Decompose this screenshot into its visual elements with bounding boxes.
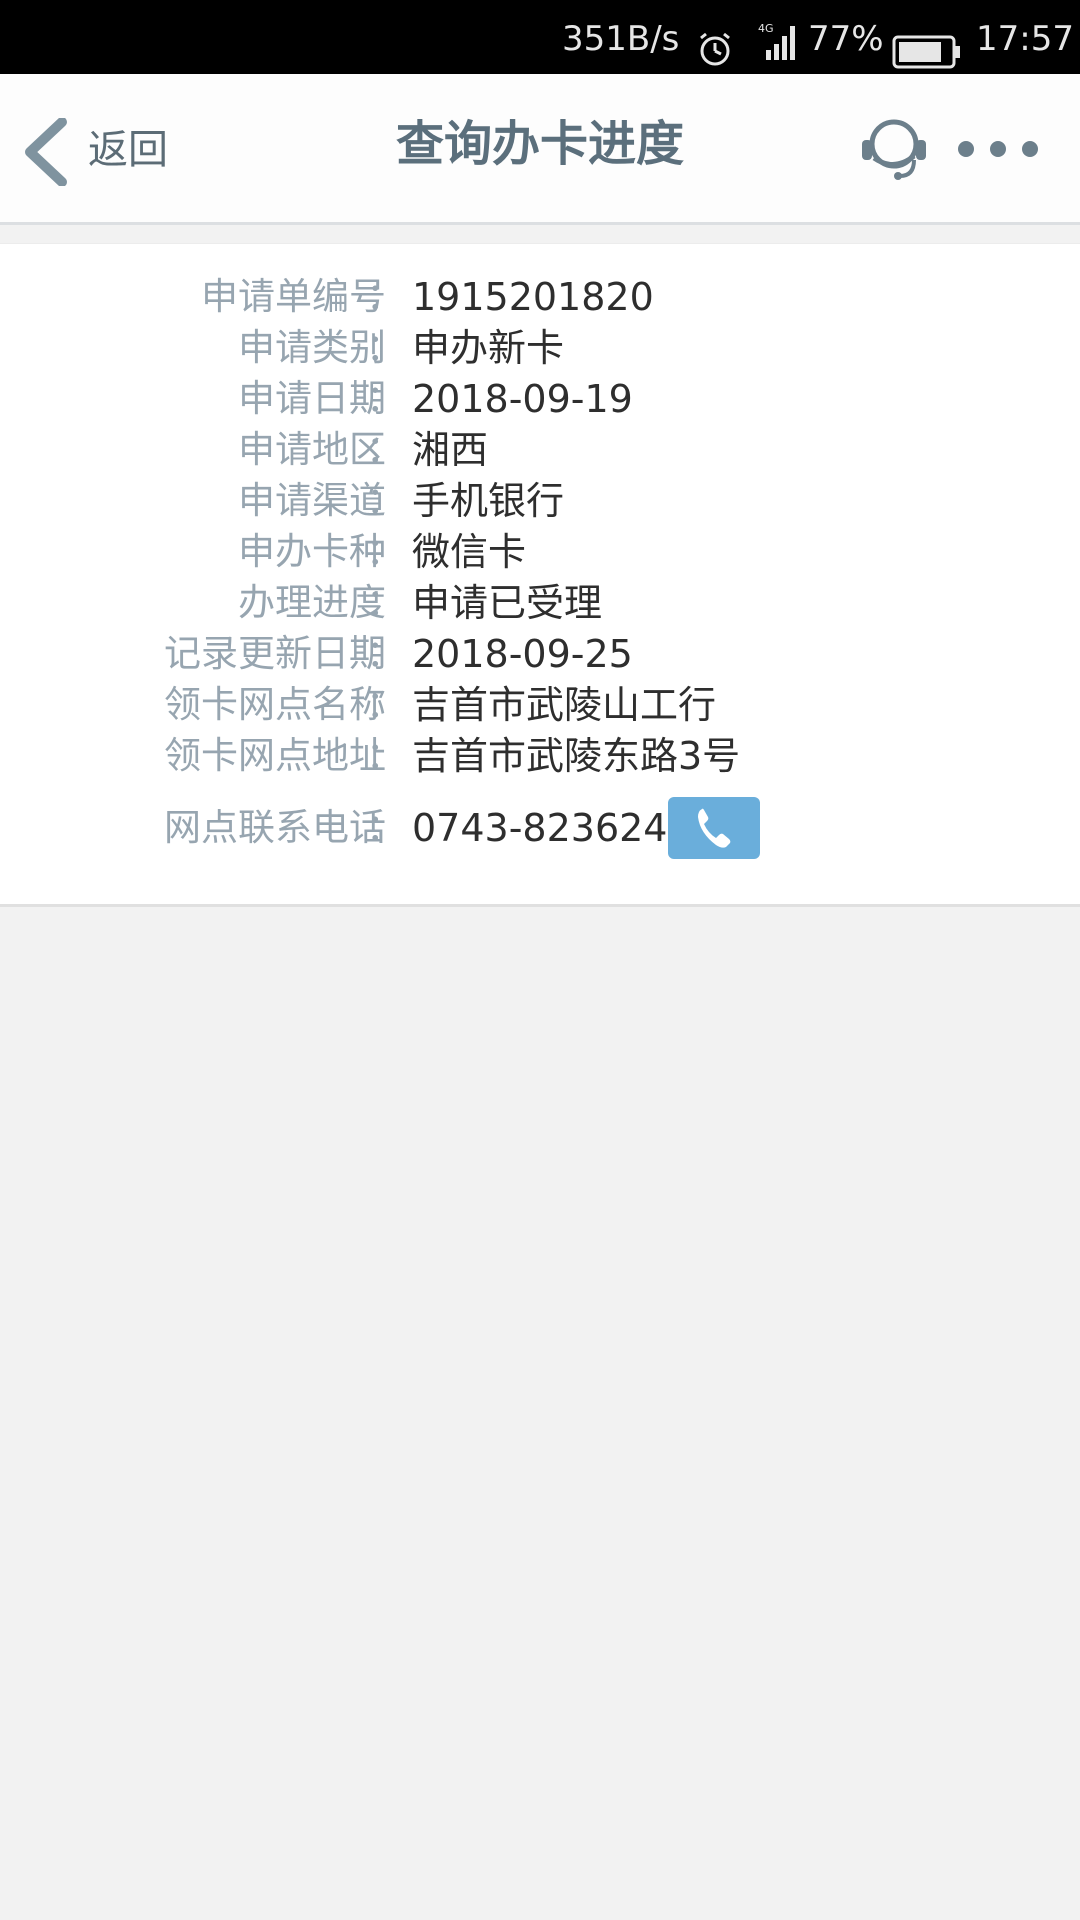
signal-icon: 4G bbox=[756, 14, 796, 60]
detail-row-card-type: 申办卡种 ： 微信卡 bbox=[0, 527, 1080, 577]
call-branch-button[interactable] bbox=[668, 797, 760, 859]
header-bar: 返回 查询办卡进度 bbox=[0, 74, 1080, 225]
detail-colon: ： bbox=[366, 581, 403, 624]
detail-label: 申请类别 bbox=[238, 326, 386, 369]
detail-row-update-date: 记录更新日期 ： 2018-09-25 bbox=[0, 629, 1080, 679]
detail-row-branch-address: 领卡网点地址 ： 吉首市武陵东路3号 bbox=[0, 731, 1080, 781]
detail-colon: ： bbox=[366, 377, 403, 420]
detail-value: 微信卡 bbox=[412, 530, 527, 574]
back-button[interactable]: 返回 bbox=[18, 114, 178, 186]
detail-label: 申办卡种 bbox=[238, 530, 386, 573]
detail-colon: ： bbox=[366, 632, 403, 675]
detail-value: 申办新卡 bbox=[412, 326, 565, 370]
chevron-left-icon bbox=[25, 118, 67, 186]
headset-icon bbox=[862, 119, 926, 180]
clock-time: 17:57 bbox=[976, 19, 1074, 59]
detail-value: 吉首市武陵山工行 bbox=[412, 683, 717, 727]
status-bar: 351B/s 4G 77% 17:57 bbox=[0, 0, 1080, 74]
back-label: 返回 bbox=[88, 127, 168, 173]
detail-label: 申请地区 bbox=[238, 428, 386, 471]
detail-value: 1915201820 bbox=[412, 275, 654, 319]
detail-row-application-region: 申请地区 ： 湘西 bbox=[0, 425, 1080, 475]
alarm-icon bbox=[696, 18, 736, 66]
detail-value: 吉首市武陵东路3号 bbox=[412, 734, 741, 778]
detail-row-branch-name: 领卡网点名称 ： 吉首市武陵山工行 bbox=[0, 680, 1080, 730]
battery-percent: 77% bbox=[808, 19, 884, 59]
detail-colon: ： bbox=[366, 734, 403, 777]
detail-value: 2018-09-19 bbox=[412, 377, 633, 421]
detail-label: 申请单编号 bbox=[201, 275, 386, 318]
detail-label: 领卡网点名称 bbox=[164, 683, 386, 726]
detail-label: 办理进度 bbox=[238, 581, 386, 624]
detail-value: 2018-09-25 bbox=[412, 632, 633, 676]
detail-label: 网点联系电话 bbox=[164, 806, 386, 849]
phone-icon bbox=[698, 808, 731, 848]
customer-service-button[interactable] bbox=[858, 112, 930, 184]
progress-details-card: 申请单编号 ： 1915201820 申请类别 ： 申办新卡 申请日期 ： 20… bbox=[0, 243, 1080, 907]
detail-colon: ： bbox=[366, 428, 403, 471]
more-menu-button[interactable] bbox=[952, 126, 1044, 172]
detail-row-progress-status: 办理进度 ： 申请已受理 bbox=[0, 578, 1080, 628]
detail-colon: ： bbox=[366, 806, 403, 849]
detail-label: 申请渠道 bbox=[238, 479, 386, 522]
detail-value: 手机银行 bbox=[412, 479, 565, 523]
network-type-label: 4G bbox=[758, 22, 774, 35]
detail-label: 记录更新日期 bbox=[164, 632, 386, 675]
detail-row-application-number: 申请单编号 ： 1915201820 bbox=[0, 272, 1080, 322]
detail-value: 申请已受理 bbox=[412, 581, 603, 625]
more-dots-icon bbox=[958, 141, 1038, 157]
detail-row-branch-phone: 网点联系电话 ： 0743-8236240 bbox=[0, 803, 1080, 853]
detail-row-application-date: 申请日期 ： 2018-09-19 bbox=[0, 374, 1080, 424]
detail-label: 领卡网点地址 bbox=[164, 734, 386, 777]
detail-colon: ： bbox=[366, 479, 403, 522]
detail-row-application-type: 申请类别 ： 申办新卡 bbox=[0, 323, 1080, 373]
detail-value: 0743-8236240 bbox=[412, 806, 692, 850]
detail-colon: ： bbox=[366, 530, 403, 573]
detail-label: 申请日期 bbox=[238, 377, 386, 420]
detail-colon: ： bbox=[366, 326, 403, 369]
detail-value: 湘西 bbox=[412, 428, 489, 472]
page-title: 查询办卡进度 bbox=[395, 116, 684, 172]
network-speed: 351B/s bbox=[562, 19, 680, 59]
detail-colon: ： bbox=[366, 683, 403, 726]
detail-row-application-channel: 申请渠道 ： 手机银行 bbox=[0, 476, 1080, 526]
detail-colon: ： bbox=[366, 275, 403, 318]
battery-icon bbox=[892, 20, 962, 69]
